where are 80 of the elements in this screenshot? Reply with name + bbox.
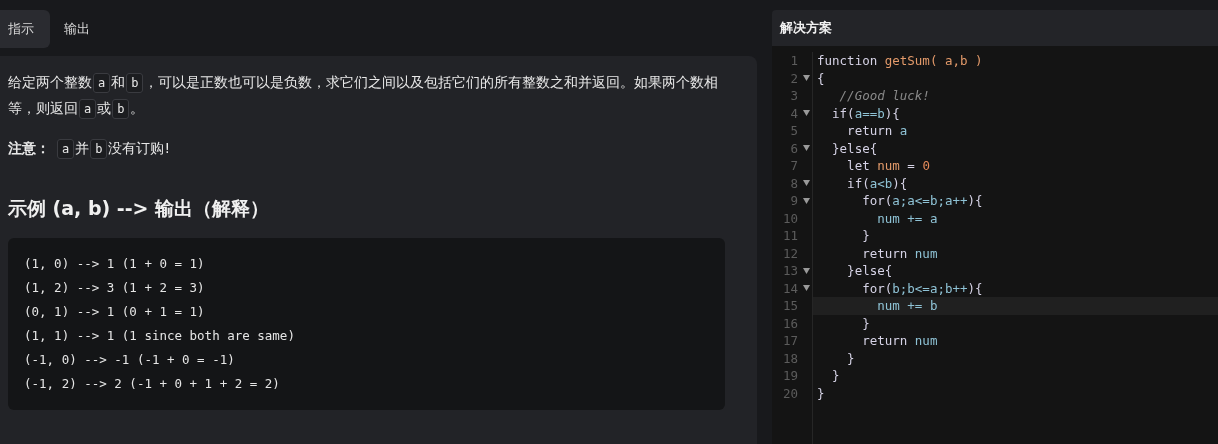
code-text: ){ [967, 280, 983, 296]
code-text: if( [831, 105, 855, 121]
line-number: 10 [782, 209, 799, 227]
code-text: } [831, 368, 840, 383]
code-text: return [846, 123, 894, 138]
code-line: (-1, 0) --> -1 (-1 + 0 = -1) [24, 351, 236, 369]
code-text: { [817, 70, 825, 86]
variable-text: b;b<=a;b++ [892, 280, 968, 296]
fold-arrow-icon[interactable] [802, 180, 810, 187]
line-number: 8 [790, 174, 799, 192]
inline-code: b [90, 139, 108, 159]
tab[interactable]: 输出 [56, 10, 106, 48]
line-number: 6 [790, 139, 799, 157]
line-number: 1 [790, 52, 799, 70]
variable-text: num += b [876, 298, 938, 313]
fold-arrow-icon[interactable] [802, 110, 810, 117]
inline-code: a [93, 73, 111, 93]
variable-text: a;a<=b;a++ [892, 193, 968, 208]
inline-code: b [112, 99, 130, 119]
line-number: 20 [782, 384, 799, 402]
fold-arrow-icon[interactable] [802, 145, 810, 152]
code-text: } [861, 228, 870, 243]
inline-code: a [79, 99, 97, 119]
line-number: 17 [782, 332, 799, 350]
number-literal: 0 [922, 158, 930, 173]
tab[interactable]: 指示 [0, 10, 50, 48]
code-text: ){ [884, 105, 900, 121]
line-number: 18 [782, 349, 799, 367]
fold-arrow-icon[interactable] [802, 285, 810, 292]
variable-text: a==b [854, 105, 885, 121]
line-number: 19 [782, 367, 799, 385]
code-text: return [861, 333, 909, 348]
code-text: function [817, 53, 879, 68]
code-text: for( [861, 193, 893, 208]
line-number: 4 [790, 104, 799, 122]
variable-text: a [899, 123, 908, 138]
line-number: 2 [790, 69, 799, 87]
function-name: getSum( a,b ) [884, 53, 983, 68]
variable-text: a<b [869, 175, 893, 191]
code-text: = [906, 158, 916, 173]
line-number: 7 [790, 157, 799, 175]
code-text: return [861, 245, 909, 261]
panel-title: 解决方案 [780, 19, 832, 37]
variable-text: num [914, 245, 938, 261]
code-comment: //Good luck! [838, 88, 930, 103]
section-heading: 示例 (a, b) --> 输出（解释） [8, 196, 271, 221]
inline-code: a [57, 139, 75, 159]
paragraph-text: 给定两个整数 a 和 b ，可以是正数也可以是负数，求它们之间以及包括它们的所有整数之和并返回。如果两个数相等，则返回 a 或 b 。 [8, 70, 741, 122]
line-number: 9 [790, 192, 799, 210]
code-text: } [861, 315, 870, 331]
code-text: ){ [892, 175, 908, 191]
code-text: } [846, 350, 855, 366]
fold-arrow-icon[interactable] [802, 197, 810, 204]
code-text: }else{ [831, 140, 878, 156]
line-number: 16 [782, 314, 799, 332]
code-line: (1, 1) --> 1 (1 since both are same) [24, 327, 296, 345]
code-text: for( [861, 280, 893, 296]
variable-text: num [914, 333, 938, 348]
fold-arrow-icon[interactable] [802, 75, 810, 82]
code-text: } [817, 385, 825, 401]
code-text: if( [846, 175, 870, 191]
line-number: 13 [782, 262, 799, 280]
variable-text: num += a [876, 210, 938, 226]
code-text: ){ [967, 193, 983, 208]
line-number: 11 [782, 227, 799, 245]
function-name: num [877, 158, 900, 173]
code-line: (1, 0) --> 1 (1 + 0 = 1) [24, 255, 206, 273]
code-line: (1, 2) --> 3 (1 + 2 = 3) [24, 279, 206, 297]
code-line: (0, 1) --> 1 (0 + 1 = 1) [24, 303, 206, 321]
code-text: let [846, 158, 871, 173]
line-number: 3 [790, 87, 799, 105]
line-number: 15 [782, 297, 799, 315]
inline-code: b [126, 73, 144, 93]
fold-arrow-icon[interactable] [802, 267, 810, 274]
line-number: 12 [782, 244, 799, 262]
code-text: }else{ [846, 263, 893, 278]
code-line: (-1, 2) --> 2 (-1 + 0 + 1 + 2 = 2) [24, 375, 281, 393]
line-number: 5 [790, 122, 799, 140]
line-number: 14 [782, 279, 799, 297]
paragraph-text: 注意： a 并 b 没有订购! [8, 136, 741, 162]
